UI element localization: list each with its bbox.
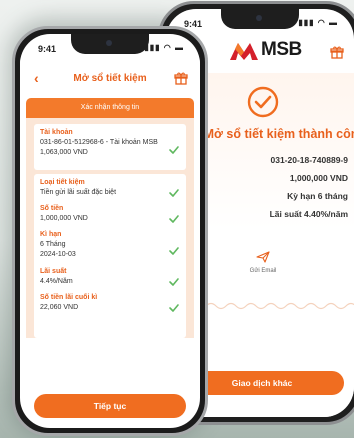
send-email-label: Gửi Email [249,268,277,274]
field-value: Tiền gửi lãi suất đặc biệt [40,189,117,196]
field-value: 1,000,000 VND [40,215,88,222]
confirm-info-header: Xác nhận thông tin [26,98,194,118]
field-label: Loại tiết kiệm [40,179,85,186]
field-value: 031-86-01-512968-6 - Tài khoản MSB [40,139,158,146]
check-icon [169,278,179,286]
msb-logo: MSB [230,39,302,61]
deposit-amount: 1,000,000 VND [289,173,348,183]
field-value: 4.4%/Năm [40,278,73,285]
send-icon [256,251,270,263]
field-value: 1,063,000 VND [40,149,88,156]
send-email-button[interactable]: Gửi Email [238,251,288,274]
status-time: 9:41 [184,19,203,29]
msb-wordmark: MSB [261,39,302,60]
check-icon [169,189,179,197]
field-savings-type: Loại tiết kiệm Tiền gửi lãi suất đặc biệ… [40,179,116,196]
field-label: Tài khoản [40,129,73,136]
page-title: Mở sổ tiết kiệm [73,73,147,84]
gift-icon[interactable] [174,71,188,85]
field-account: Tài khoản 031-86-01-512968-6 - Tài khoản… [34,124,186,170]
success-check-icon [246,85,280,119]
field-term: Kì hạn 6 Tháng 2024-10-03 [40,231,76,258]
field-value: 2024-10-03 [40,251,76,258]
gift-icon[interactable] [330,45,344,59]
status-time: 9:41 [38,44,57,54]
check-icon [169,304,179,312]
confirm-screen: 9:41 ▮▮▮ ◠ ▬ ‹ Mở sổ tiết kiệm Xác nhận … [20,34,200,428]
field-label: Số tiền [40,205,64,212]
app-header: ‹ Mở sổ tiết kiệm [20,58,200,98]
deposit-term: Kỳ hạn 6 tháng [287,191,348,201]
front-phone: 9:41 ▮▮▮ ◠ ▬ ‹ Mở sổ tiết kiệm Xác nhận … [12,26,208,436]
field-final-interest: Số tiền lãi cuối kì 22,060 VND [40,294,97,311]
details-card: Loại tiết kiệm Tiền gửi lãi suất đặc biệ… [34,174,186,338]
field-interest-rate: Lãi suất 4.4%/Năm [40,268,73,285]
account-number: 031-20-18-740889-9 [270,155,348,165]
confirm-info-panel: Tài khoản 031-86-01-512968-6 - Tài khoản… [26,118,194,338]
continue-button[interactable]: Tiếp tục [34,394,186,418]
field-value: 6 Tháng [40,241,66,248]
signal-wifi-battery-icon: ▮▮▮ ◠ ▬ [144,43,184,52]
field-value: 22,060 VND [40,304,79,311]
interest-rate: Lãi suất 4.40%/năm [269,209,348,219]
notch [221,9,299,29]
msb-mark-icon [230,40,258,60]
check-icon [169,146,179,154]
field-amount: Số tiền 1,000,000 VND [40,205,88,222]
check-icon [169,215,179,223]
check-icon [169,247,179,255]
field-label: Số tiền lãi cuối kì [40,294,98,301]
notch [71,34,149,54]
field-label: Kì hạn [40,231,62,238]
signal-wifi-battery-icon: ▮▮▮ ◠ ▬ [298,18,338,27]
field-label: Lãi suất [40,268,67,275]
